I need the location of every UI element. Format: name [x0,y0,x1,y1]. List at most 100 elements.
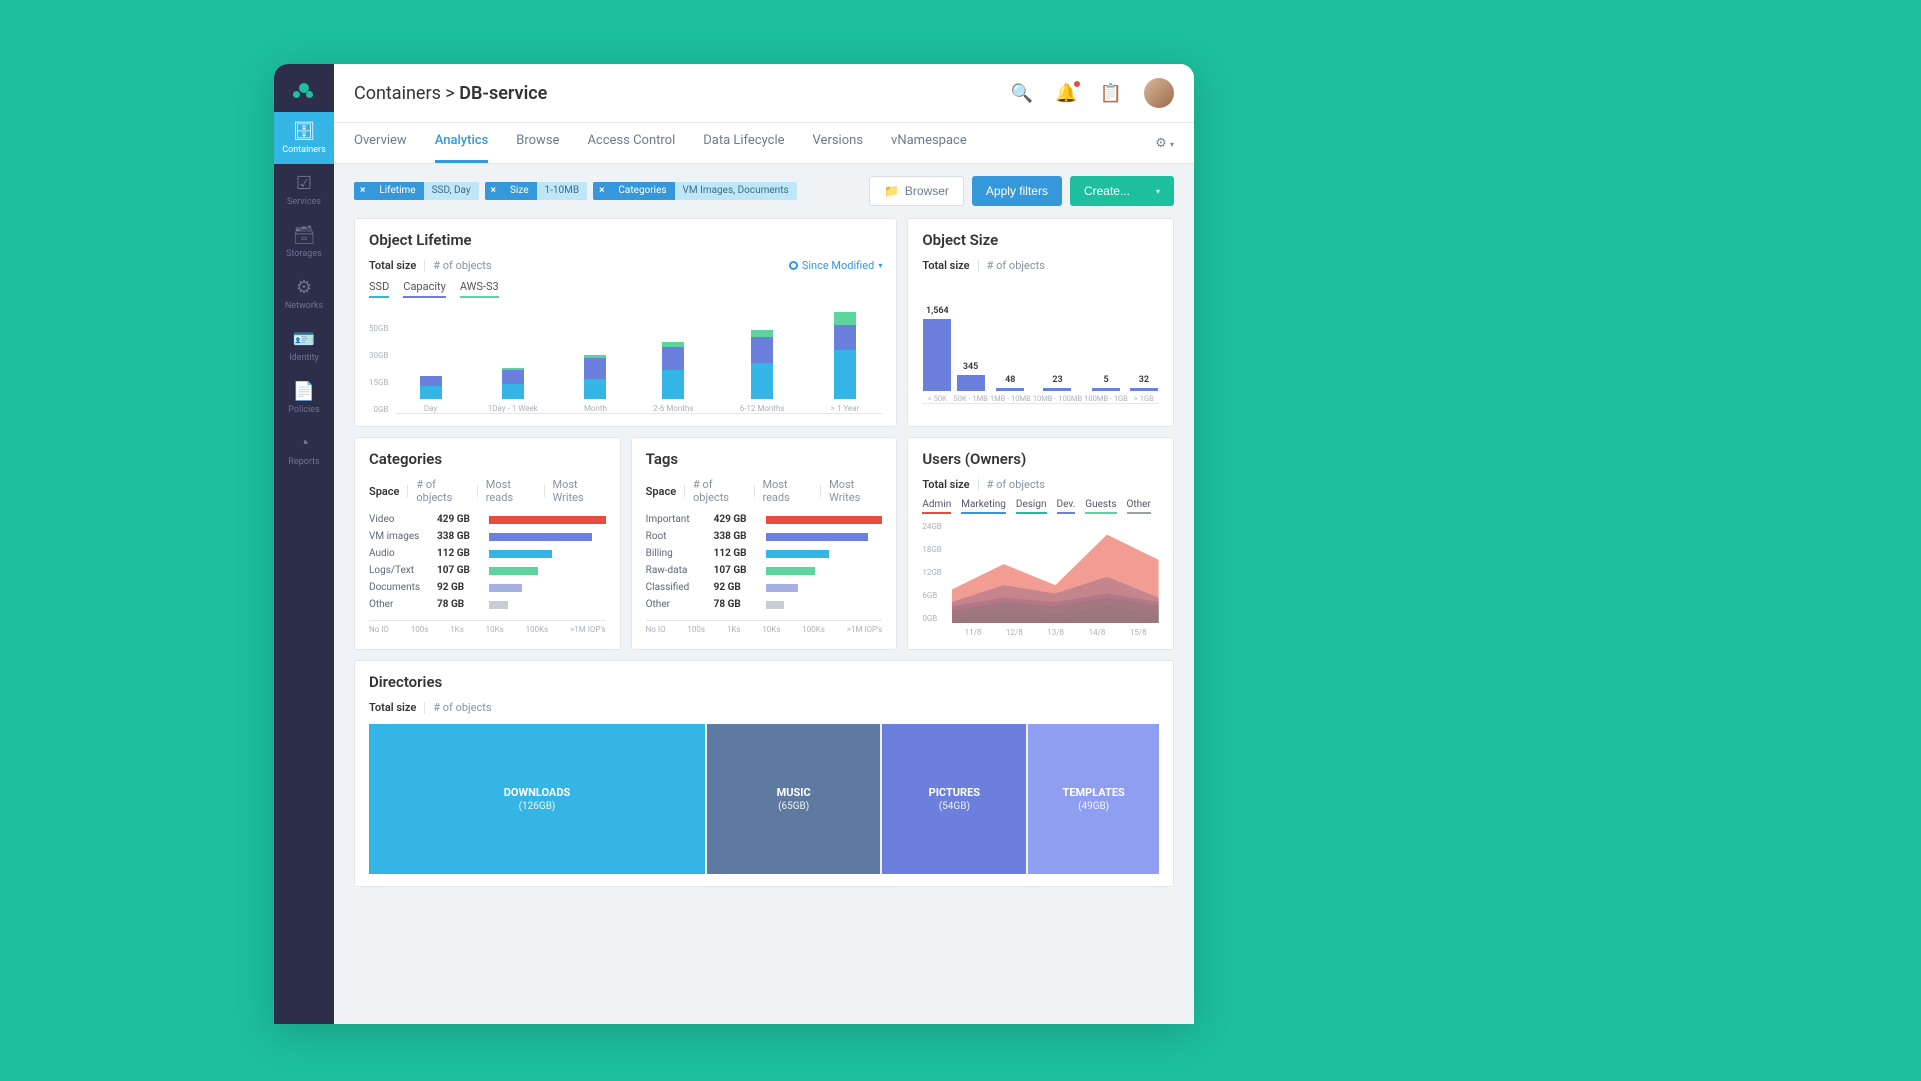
list-item: Other78 GB [369,599,606,610]
sidebar-item-policies[interactable]: 📄Policies [274,372,334,424]
y-tick: 12GB [922,568,941,577]
bar-segment [584,379,606,399]
nav-icon: ☑ [296,175,312,193]
metric-num-objects[interactable]: # of objects [987,259,1045,272]
x-tick: 15/8 [1130,628,1147,637]
size-column: 34550K - 1MB [953,362,987,403]
user-series-tab[interactable]: Admin [922,499,951,514]
apply-filters-button[interactable]: Apply filters [972,176,1062,206]
y-tick: 15GB [369,378,388,387]
directory-cell[interactable]: Music(65GB) [707,724,882,874]
row-bar [766,533,883,541]
sidebar-item-containers[interactable]: 🗄Containers [274,112,334,164]
directories-treemap: Downloads(126GB)Music(65GB)Pictures(54GB… [369,724,1159,874]
x-tick: 6-12 Months [740,404,785,413]
chip-remove-icon[interactable]: × [485,182,502,200]
x-tick: 10MB - 100MB [1033,394,1082,403]
row-bar [489,550,606,558]
bar [1092,388,1120,391]
metric-tab[interactable]: # of objects [416,478,469,504]
io-tick: >1M IOP's [570,625,606,634]
metric-total-size[interactable]: Total size [369,259,416,272]
metric-total-size[interactable]: Total size [369,701,416,714]
metric-tab[interactable]: Most Writes [552,478,605,504]
action-buttons: 📁 Browser Apply filters Create... ▾ [869,176,1174,206]
tab-browse[interactable]: Browse [516,123,559,163]
chip-remove-icon[interactable]: × [593,182,610,200]
metric-tab[interactable]: Most reads [486,478,536,504]
io-tick: 100Ks [526,625,549,634]
nav-icon: 🗃 [293,227,316,245]
y-tick: 50GB [369,324,388,333]
row-name: Root [646,531,706,542]
breadcrumb-parent[interactable]: Containers [354,83,441,104]
directory-cell[interactable]: Templates(49GB) [1028,724,1159,874]
row-name: Documents [369,582,429,593]
row-amount: 112 GB [437,548,481,559]
sidebar-item-identity[interactable]: 🪪Identity [274,320,334,372]
brand-logo[interactable] [274,64,334,112]
metric-num-objects[interactable]: # of objects [987,478,1045,491]
metric-num-objects[interactable]: # of objects [433,701,491,714]
directory-cell[interactable]: Pictures(54GB) [882,724,1028,874]
metric-total-size[interactable]: Total size [922,478,969,491]
user-series-tab[interactable]: Guests [1085,499,1116,514]
chip-remove-icon[interactable]: × [354,182,371,200]
tab-vnamespace[interactable]: vNamespace [891,123,967,163]
metric-tab[interactable]: Space [369,485,399,498]
settings-dropdown[interactable]: ⚙ ▾ [1155,128,1174,159]
series-tab-capacity[interactable]: Capacity [403,280,446,298]
row-name: Important [646,514,706,525]
tab-data-lifecycle[interactable]: Data Lifecycle [703,123,784,163]
size-chart: 1,564< 50K34550K - 1MB481MB - 10MB2310MB… [922,294,1159,404]
user-series-tab[interactable]: Marketing [961,499,1006,514]
metric-num-objects[interactable]: # of objects [433,259,491,272]
tab-versions[interactable]: Versions [813,123,863,163]
row-bar [766,584,883,592]
row-amount: 92 GB [437,582,481,593]
x-tick: 12/8 [1006,628,1023,637]
clipboard-icon[interactable]: 📋 [1100,83,1122,104]
filter-chip: ×CategoriesVM Images, Documents [593,182,797,200]
sidebar-item-networks[interactable]: ⚙Networks [274,268,334,320]
filter-row: ×LifetimeSSD, Day×Size1-10MB×CategoriesV… [334,164,1194,206]
since-modified-dropdown[interactable]: Since Modified ▾ [789,259,883,272]
tab-access-control[interactable]: Access Control [587,123,675,163]
user-avatar[interactable] [1144,78,1174,108]
user-series-tab[interactable]: Other [1127,499,1151,514]
sidebar-item-storages[interactable]: 🗃Storages [274,216,334,268]
bar [1130,388,1158,391]
dir-size: (54GB) [939,801,970,812]
chip-label: Categories [610,182,674,200]
browser-button[interactable]: 📁 Browser [869,176,964,206]
notification-bell-icon[interactable]: 🔔 [1055,83,1077,104]
metric-tab[interactable]: # of objects [693,478,746,504]
sidebar-item-reports[interactable]: ◔Reports [274,424,334,476]
user-series-tab[interactable]: Dev. [1057,499,1076,514]
bar-segment [502,384,524,399]
row-name: Classified [646,582,706,593]
metric-tab[interactable]: Most Writes [829,478,882,504]
user-series-tab[interactable]: Design [1016,499,1047,514]
size-column: 5100MB - 1GB [1084,375,1128,403]
stacked-bar [584,355,606,399]
tab-analytics[interactable]: Analytics [435,123,489,163]
series-tab-aws-s3[interactable]: AWS-S3 [460,280,499,298]
create-button[interactable]: Create... ▾ [1070,176,1174,206]
apply-filters-label: Apply filters [986,184,1048,198]
tab-overview[interactable]: Overview [354,123,407,163]
bar-segment [834,325,856,350]
list-item: Audio112 GB [369,548,606,559]
chevron-down-icon: ▾ [878,261,882,270]
search-icon[interactable]: 🔍 [1011,83,1033,104]
nav-label: Reports [288,457,319,467]
series-tab-ssd[interactable]: SSD [369,280,389,298]
x-tick: 13/8 [1047,628,1064,637]
metric-tab[interactable]: Space [646,485,676,498]
metric-total-size[interactable]: Total size [922,259,969,272]
bar-segment [834,312,856,325]
sidebar-item-services[interactable]: ☑Services [274,164,334,216]
card-tags: Tags Space# of objectsMost readsMost Wri… [631,437,898,650]
metric-tab[interactable]: Most reads [762,478,812,504]
directory-cell[interactable]: Downloads(126GB) [369,724,707,874]
